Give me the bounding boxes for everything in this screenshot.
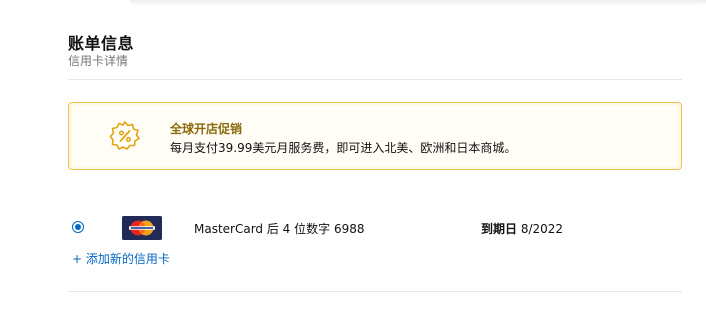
billing-section: 账单信息 信用卡详情 全球开店促销 每月支付39.99美元月服务费，即可进入北美… — [68, 0, 682, 318]
section-subtitle: 信用卡详情 — [68, 54, 129, 68]
divider — [68, 79, 682, 80]
card-description: MasterCard 后 4 位数字 6988 — [194, 222, 365, 236]
promo-banner: 全球开店促销 每月支付39.99美元月服务费，即可进入北美、欧洲和日本商城。 — [68, 102, 682, 170]
promo-title: 全球开店促销 — [170, 122, 243, 136]
divider — [68, 291, 682, 292]
add-card-link[interactable]: + 添加新的信用卡 — [72, 250, 170, 267]
card-select-radio[interactable] — [72, 221, 84, 233]
expiry-label: 到期日 — [481, 222, 518, 236]
expiry-value: 8/2022 — [520, 222, 564, 236]
section-title: 账单信息 — [68, 34, 135, 53]
promo-text: 每月支付39.99美元月服务费，即可进入北美、欧洲和日本商城。 — [170, 141, 517, 155]
discount-badge-icon — [109, 121, 140, 150]
mastercard-icon — [122, 216, 162, 240]
credit-card-row[interactable]: MasterCard 后 4 位数字 6988 到期日 8/2022 — [68, 214, 682, 242]
card-expiry: 到期日 8/2022 — [481, 220, 563, 237]
